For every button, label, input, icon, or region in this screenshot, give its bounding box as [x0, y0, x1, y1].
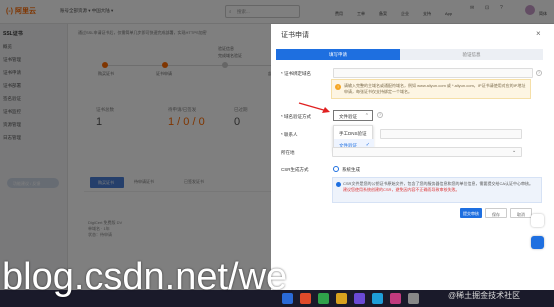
chevron-down-icon: ⌄: [512, 148, 517, 154]
domain-input[interactable]: [333, 68, 533, 78]
tab-fill-application[interactable]: 填写申请: [276, 49, 400, 60]
app-icon-4[interactable]: [336, 293, 347, 304]
drawer-title: 证书申请: [281, 32, 309, 39]
tab-verify-info[interactable]: 验证信息: [400, 49, 543, 60]
apply-steps-tabs: 填写申请 验证信息: [276, 49, 543, 60]
app-icon-3[interactable]: [318, 293, 329, 304]
csr-label: CSR生成方式: [281, 167, 309, 172]
app-icon-6[interactable]: [372, 293, 383, 304]
verify-method-value: 文件验证: [339, 114, 357, 119]
chevron-up-icon: ⌃: [364, 113, 369, 119]
submit-review-button[interactable]: 提交审核: [460, 208, 482, 218]
app-icon-2[interactable]: [300, 293, 311, 304]
verify-method-select[interactable]: 文件验证 ⌃: [333, 110, 373, 121]
cert-apply-drawer: 证书申请 × 填写申请 验证信息 * 证书绑定域名 ?: [271, 24, 554, 307]
csr-radio-system[interactable]: [333, 166, 339, 172]
annotation-arrow-icon: [298, 102, 330, 113]
domain-notice-text: 请输入完整的主域名或通配符域名，例如 www.aliyun.com 或 *.al…: [344, 83, 526, 94]
app-icon-7[interactable]: [390, 293, 401, 304]
grid-menu-float-button[interactable]: [531, 236, 544, 249]
feedback-float-button[interactable]: [531, 214, 544, 227]
option-dns-verify[interactable]: 手工DNS验证: [334, 127, 374, 139]
contact-label: * 联系人: [281, 132, 298, 137]
region-label: 所在地: [281, 150, 295, 155]
warning-icon: !: [335, 84, 341, 90]
csr-option-label: 系统生成: [342, 167, 360, 172]
csr-info-text: CSR文件是您的公钥证书原始文件，包含了您的服务器信息和您的单位信息，需要提交给…: [343, 181, 533, 186]
save-button[interactable]: 保存: [485, 208, 507, 218]
cancel-button[interactable]: 取消: [510, 208, 532, 218]
info-icon: [336, 182, 341, 187]
watermark-juejin: @稀土掘金技术社区: [448, 291, 521, 300]
app-icon-8[interactable]: [408, 293, 419, 304]
verify-help-icon[interactable]: ?: [377, 112, 383, 118]
contact-input[interactable]: [380, 129, 522, 139]
close-icon[interactable]: ×: [536, 29, 541, 38]
domain-notice: ! 请输入完整的主域名或通配符域名，例如 www.aliyun.com 或 *.…: [331, 79, 531, 99]
csr-info-warning: 建议您使用系统创建的CSR，避免因内容不正确而导致审核失败。: [343, 186, 460, 192]
domain-help-icon[interactable]: ?: [536, 70, 542, 76]
domain-label: * 证书绑定域名: [281, 71, 312, 76]
app-icon-5[interactable]: [354, 293, 365, 304]
region-select[interactable]: [332, 147, 522, 157]
watermark-url: blog.csdn.net/we: [2, 256, 288, 298]
csr-info-box: CSR文件是您的公钥证书原始文件，包含了您的服务器信息和您的单位信息，需要提交给…: [332, 177, 542, 203]
